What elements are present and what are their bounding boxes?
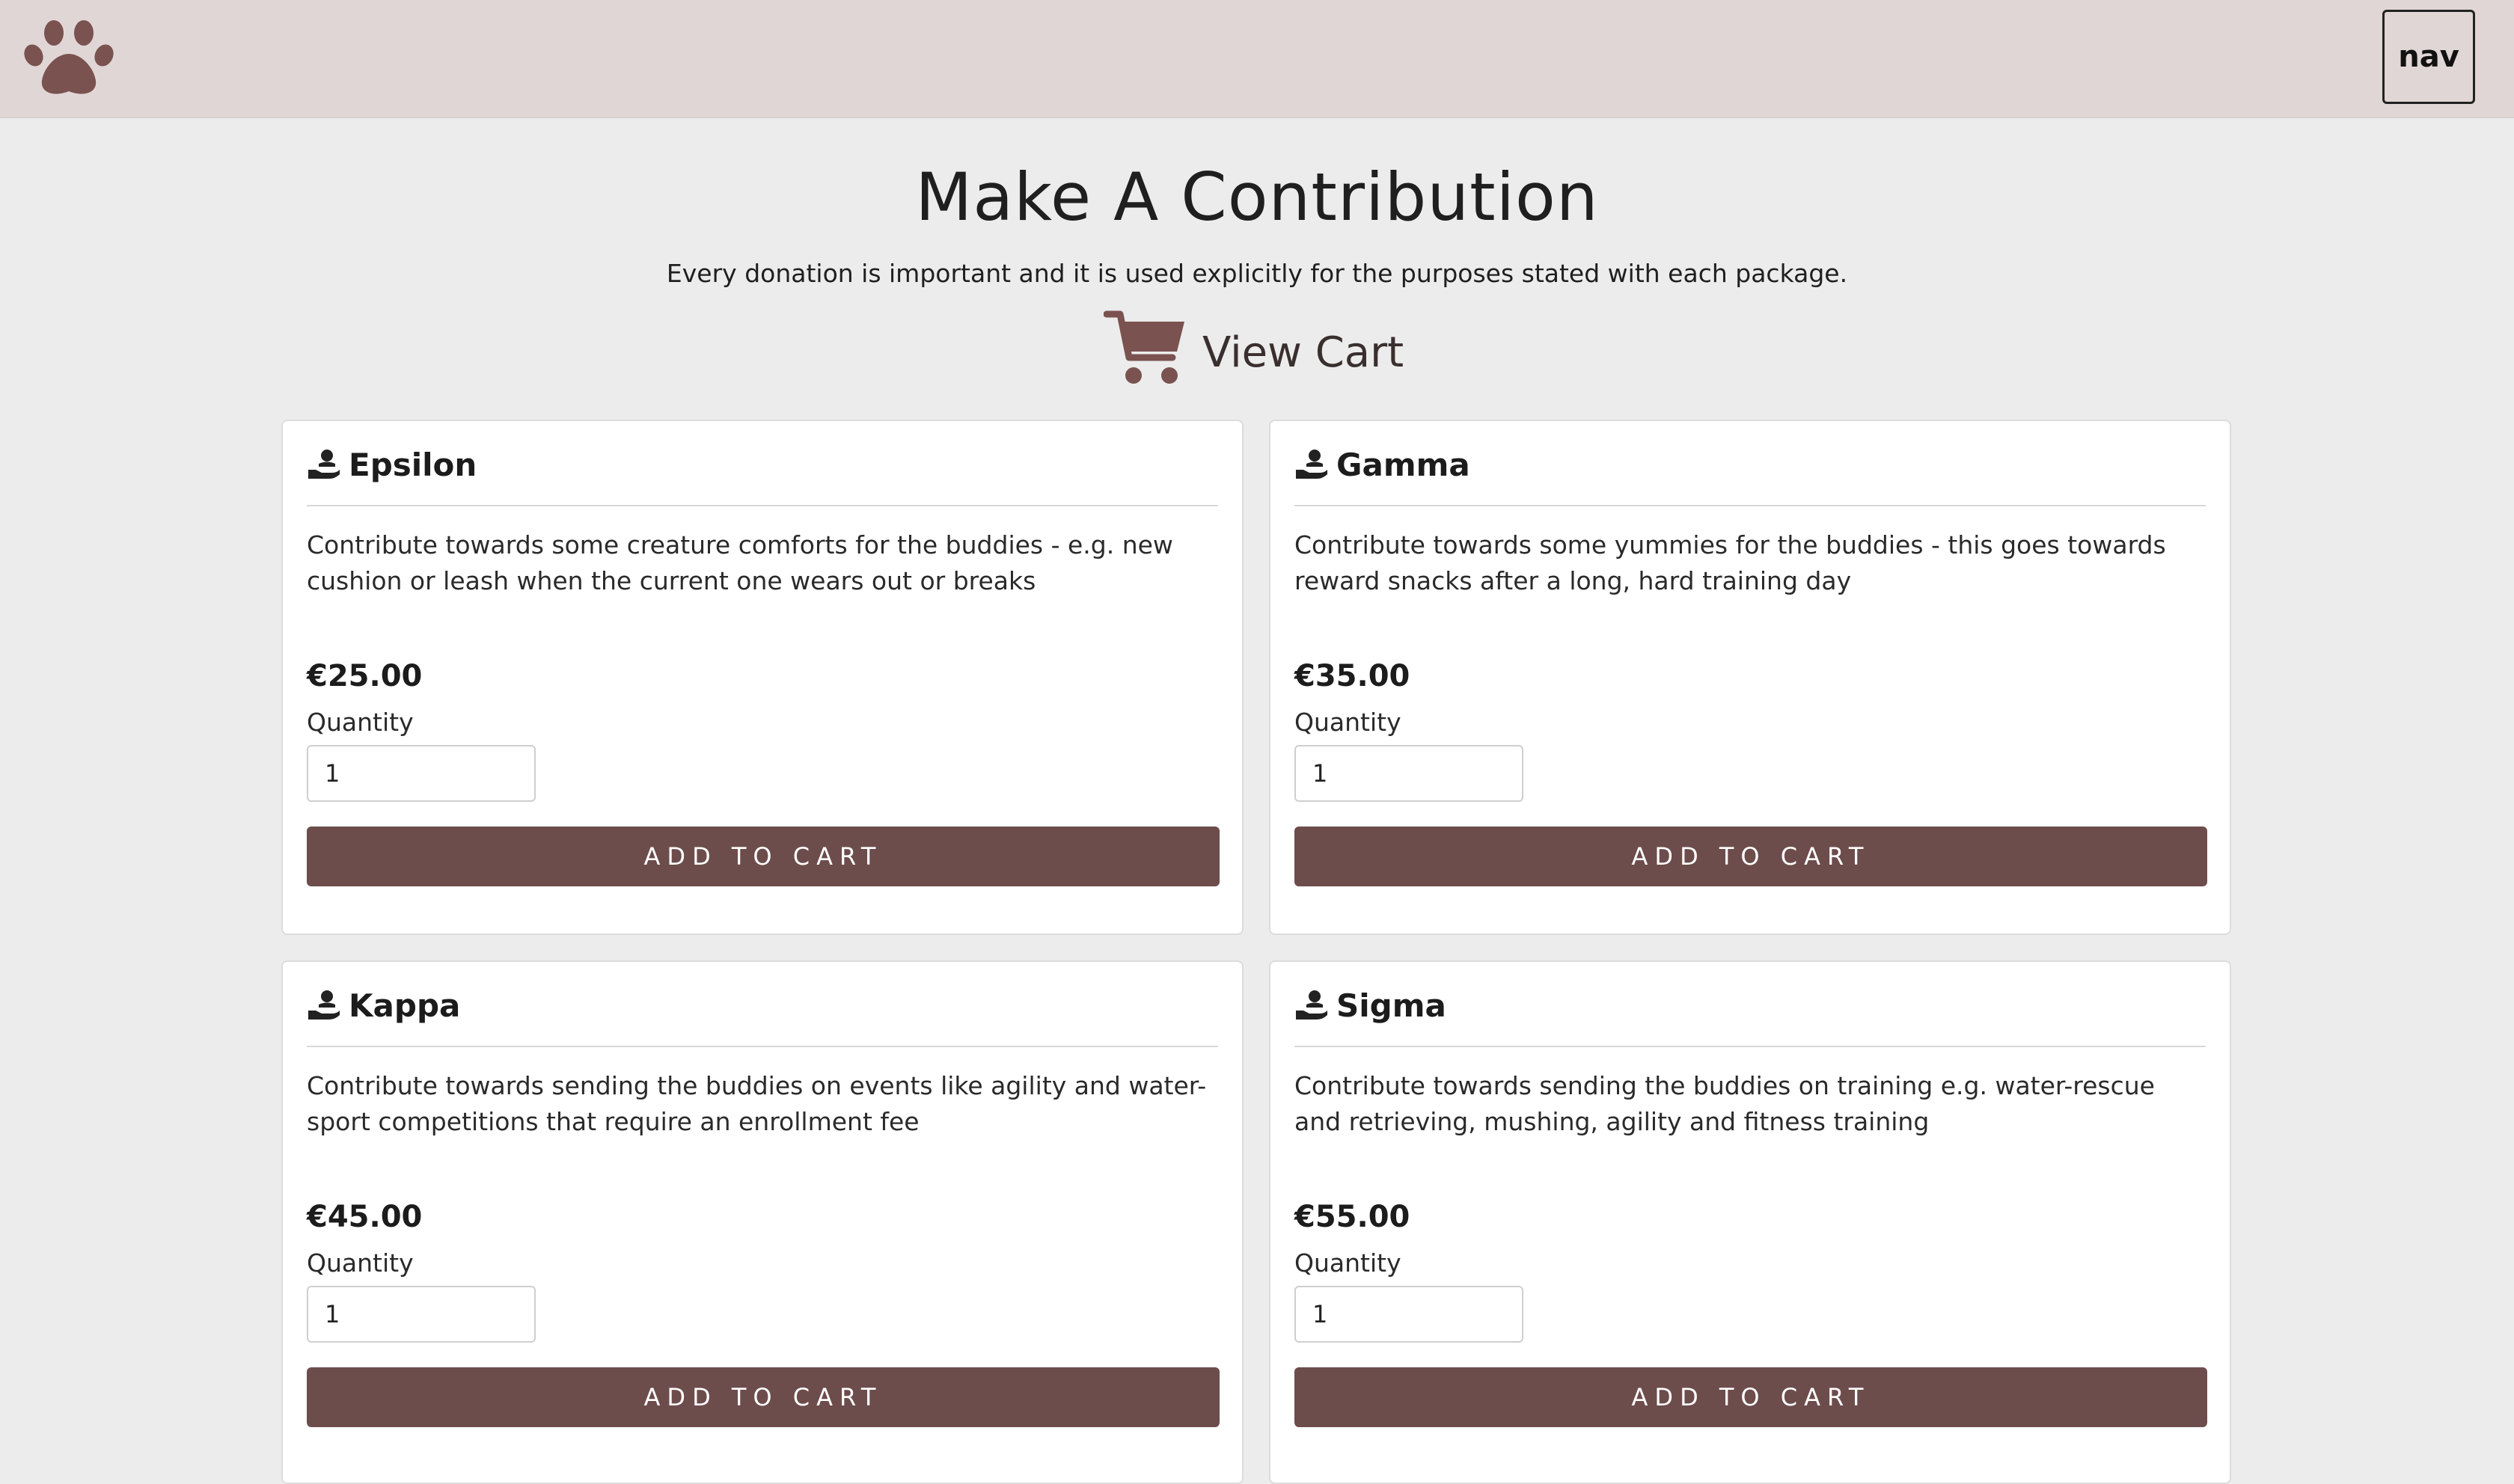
hand-holding-heart-icon (308, 450, 340, 479)
add-to-cart-button[interactable]: ADD TO CART (307, 1367, 1220, 1427)
quantity-label: Quantity (1294, 1248, 1401, 1278)
paw-icon[interactable] (22, 16, 115, 99)
add-to-cart-button[interactable]: ADD TO CART (307, 827, 1220, 886)
card-divider (1294, 505, 2206, 506)
card-divider (1294, 1046, 2206, 1047)
card-header: Sigma (1294, 983, 1446, 1028)
quantity-input[interactable] (307, 745, 536, 802)
add-to-cart-button[interactable]: ADD TO CART (1294, 827, 2207, 886)
package-price: €45.00 (307, 1200, 423, 1234)
shopping-cart-icon (1104, 310, 1184, 384)
package-price: €25.00 (307, 659, 423, 693)
package-name: Sigma (1336, 987, 1446, 1024)
site-header: nav (0, 0, 2514, 118)
hand-holding-heart-icon (1296, 990, 1327, 1020)
card-divider (307, 1046, 1218, 1047)
hand-holding-heart-icon (1296, 450, 1327, 479)
quantity-input[interactable] (1294, 1286, 1523, 1343)
hand-holding-heart-icon (308, 990, 340, 1020)
package-name: Gamma (1336, 446, 1470, 483)
nav-toggle-button[interactable]: nav (2382, 10, 2475, 104)
package-description: Contribute towards sending the buddies o… (307, 1071, 1207, 1136)
package-name: Kappa (349, 987, 461, 1024)
package-description: Contribute towards sending the buddies o… (1294, 1071, 2155, 1136)
quantity-input[interactable] (307, 1286, 536, 1343)
package-price: €35.00 (1294, 659, 1410, 693)
card-divider (307, 505, 1218, 506)
card-header: Epsilon (307, 442, 477, 487)
view-cart-label: View Cart (1202, 328, 1404, 377)
quantity-label: Quantity (1294, 708, 1401, 737)
view-cart-link[interactable]: View Cart (1104, 307, 1404, 389)
page-subtitle: Every donation is important and it is us… (666, 259, 1848, 288)
quantity-input[interactable] (1294, 745, 1523, 802)
package-card-sigma: Sigma Contribute towards sending the bud… (1269, 960, 2231, 1484)
card-header: Gamma (1294, 442, 1470, 487)
package-description: Contribute towards some yummies for the … (1294, 530, 2166, 595)
card-header: Kappa (307, 983, 460, 1028)
page-title: Make A Contribution (915, 159, 1599, 236)
package-card-epsilon: Epsilon Contribute towards some creature… (281, 420, 1244, 935)
package-name: Epsilon (349, 446, 477, 483)
add-to-cart-button[interactable]: ADD TO CART (1294, 1367, 2207, 1427)
package-card-gamma: Gamma Contribute towards some yummies fo… (1269, 420, 2231, 935)
package-description: Contribute towards some creature comfort… (307, 530, 1173, 595)
quantity-label: Quantity (307, 1248, 414, 1278)
package-card-kappa: Kappa Contribute towards sending the bud… (281, 960, 1244, 1484)
package-price: €55.00 (1294, 1200, 1410, 1234)
quantity-label: Quantity (307, 708, 414, 737)
